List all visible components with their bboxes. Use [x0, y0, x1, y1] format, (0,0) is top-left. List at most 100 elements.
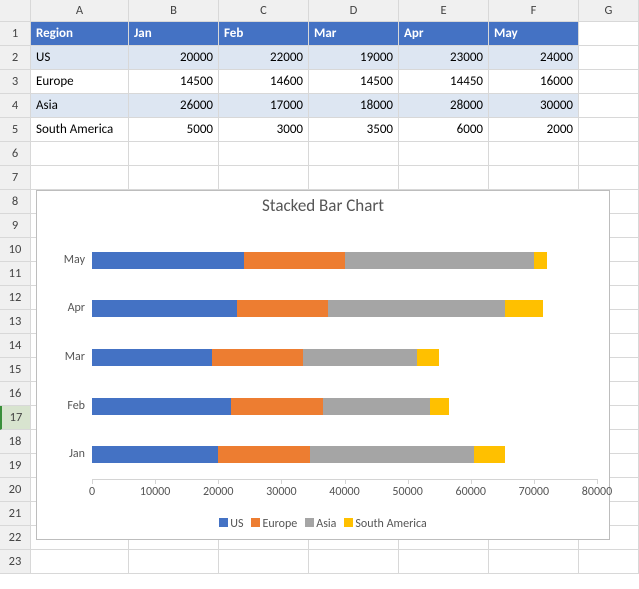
cell-G3[interactable]: [579, 70, 639, 94]
cell-D4[interactable]: 18000: [309, 94, 399, 118]
row-header-2[interactable]: 2: [0, 46, 31, 70]
row-header-15[interactable]: 15: [0, 358, 31, 382]
cell-E2[interactable]: 23000: [399, 46, 489, 70]
cell-E3[interactable]: 14450: [399, 70, 489, 94]
cell-C5[interactable]: 3000: [219, 118, 309, 142]
cell-G2[interactable]: [579, 46, 639, 70]
x-tick: [471, 479, 472, 484]
cell-G6[interactable]: [579, 142, 639, 166]
cell-D7[interactable]: [309, 166, 399, 190]
row-header-21[interactable]: 21: [0, 502, 31, 526]
bar-segment-may-south-america: [534, 252, 547, 269]
cell-D1[interactable]: Mar: [309, 22, 399, 46]
col-header-B[interactable]: B: [129, 0, 219, 22]
cell-E4[interactable]: 28000: [399, 94, 489, 118]
bar-segment-apr-asia: [328, 300, 505, 317]
cell-F2[interactable]: 24000: [489, 46, 579, 70]
col-header-C[interactable]: C: [219, 0, 309, 22]
cell-B3[interactable]: 14500: [129, 70, 219, 94]
bar-segment-jan-south-america: [474, 446, 506, 463]
cell-C1[interactable]: Feb: [219, 22, 309, 46]
cell-E1[interactable]: Apr: [399, 22, 489, 46]
col-header-G[interactable]: G: [579, 0, 639, 22]
cell-E23[interactable]: [399, 550, 489, 574]
bar-segment-jan-europe: [218, 446, 310, 463]
row-header-7[interactable]: 7: [0, 166, 31, 190]
cell-F4[interactable]: 30000: [489, 94, 579, 118]
bar-segment-mar-asia: [303, 349, 417, 366]
row-header-9[interactable]: 9: [0, 214, 31, 238]
row-header-23[interactable]: 23: [0, 550, 31, 574]
row-header-13[interactable]: 13: [0, 310, 31, 334]
cell-F23[interactable]: [489, 550, 579, 574]
row-header-19[interactable]: 19: [0, 454, 31, 478]
y-label-jan: Jan: [55, 447, 85, 461]
row-header-14[interactable]: 14: [0, 334, 31, 358]
col-header-D[interactable]: D: [309, 0, 399, 22]
spreadsheet[interactable]: A B C D E F G 1 2 3 4 5 6 7 8 9 10 11 12…: [0, 0, 639, 589]
cell-G23[interactable]: [579, 550, 639, 574]
cell-A23[interactable]: [31, 550, 129, 574]
chart-legend: US Europe Asia South America: [37, 517, 609, 531]
cell-A6[interactable]: [31, 142, 129, 166]
row-header-20[interactable]: 20: [0, 478, 31, 502]
row-header-18[interactable]: 18: [0, 430, 31, 454]
cell-D2[interactable]: 19000: [309, 46, 399, 70]
row-header-5[interactable]: 5: [0, 118, 31, 142]
row-header-1[interactable]: 1: [0, 22, 31, 46]
bar-segment-mar-europe: [212, 349, 304, 366]
cell-C6[interactable]: [219, 142, 309, 166]
cell-D23[interactable]: [309, 550, 399, 574]
row-header-22[interactable]: 22: [0, 526, 31, 550]
col-header-F[interactable]: F: [489, 0, 579, 22]
cell-A4[interactable]: Asia: [31, 94, 129, 118]
cell-C2[interactable]: 22000: [219, 46, 309, 70]
cell-G5[interactable]: [579, 118, 639, 142]
row-header-16[interactable]: 16: [0, 382, 31, 406]
cell-D5[interactable]: 3500: [309, 118, 399, 142]
cell-C23[interactable]: [219, 550, 309, 574]
cell-B5[interactable]: 5000: [129, 118, 219, 142]
cell-A5[interactable]: South America: [31, 118, 129, 142]
row-header-11[interactable]: 11: [0, 262, 31, 286]
cell-B4[interactable]: 26000: [129, 94, 219, 118]
select-all-corner[interactable]: [0, 0, 31, 22]
cell-E6[interactable]: [399, 142, 489, 166]
cell-D6[interactable]: [309, 142, 399, 166]
row-header-6[interactable]: 6: [0, 142, 31, 166]
row-header-17[interactable]: 17: [0, 406, 31, 430]
cell-C7[interactable]: [219, 166, 309, 190]
cell-B2[interactable]: 20000: [129, 46, 219, 70]
cell-G1[interactable]: [579, 22, 639, 46]
cell-G4[interactable]: [579, 94, 639, 118]
embedded-chart[interactable]: Stacked Bar Chart 0100002000030000400005…: [36, 190, 610, 540]
cell-B7[interactable]: [129, 166, 219, 190]
row-header-10[interactable]: 10: [0, 238, 31, 262]
cell-F3[interactable]: 16000: [489, 70, 579, 94]
col-header-A[interactable]: A: [31, 0, 129, 22]
cell-C3[interactable]: 14600: [219, 70, 309, 94]
cell-A7[interactable]: [31, 166, 129, 190]
cell-F1[interactable]: May: [489, 22, 579, 46]
cell-B1[interactable]: Jan: [129, 22, 219, 46]
legend-label-us: US: [230, 517, 243, 531]
cell-A1[interactable]: Region: [31, 22, 129, 46]
cell-A3[interactable]: Europe: [31, 70, 129, 94]
cell-F5[interactable]: 2000: [489, 118, 579, 142]
bar-segment-feb-asia: [323, 398, 430, 415]
cell-A2[interactable]: US: [31, 46, 129, 70]
row-header-4[interactable]: 4: [0, 94, 31, 118]
col-header-E[interactable]: E: [399, 0, 489, 22]
row-header-3[interactable]: 3: [0, 70, 31, 94]
cell-G7[interactable]: [579, 166, 639, 190]
row-header-8[interactable]: 8: [0, 190, 31, 214]
cell-F7[interactable]: [489, 166, 579, 190]
row-header-12[interactable]: 12: [0, 286, 31, 310]
cell-B6[interactable]: [129, 142, 219, 166]
cell-F6[interactable]: [489, 142, 579, 166]
cell-C4[interactable]: 17000: [219, 94, 309, 118]
cell-E7[interactable]: [399, 166, 489, 190]
cell-E5[interactable]: 6000: [399, 118, 489, 142]
cell-B23[interactable]: [129, 550, 219, 574]
cell-D3[interactable]: 14500: [309, 70, 399, 94]
